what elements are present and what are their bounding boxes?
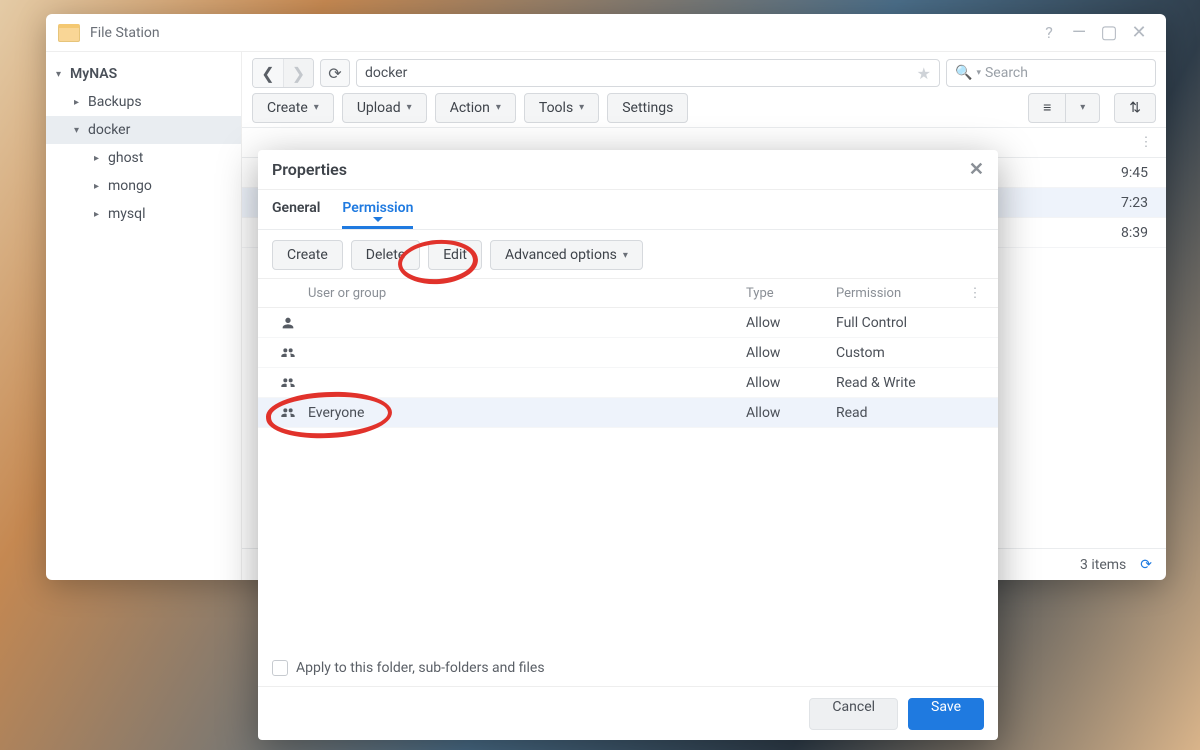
save-button[interactable]: Save	[908, 698, 984, 730]
sidebar-item-docker[interactable]: ▾ docker	[46, 116, 241, 144]
permission-row[interactable]: EveryoneAllowRead	[258, 398, 998, 428]
permission-level: Read & Write	[836, 375, 966, 391]
status-reload-icon[interactable]: ⟳	[1140, 557, 1152, 573]
sidebar-root-label: MyNAS	[70, 66, 117, 82]
path-input[interactable]: docker ★	[356, 59, 940, 87]
sidebar-item-label: Backups	[88, 94, 142, 110]
titlebar[interactable]: File Station ? — ▢ ✕	[46, 14, 1166, 52]
reload-button[interactable]: ⟳	[320, 59, 350, 87]
permission-type: Allow	[746, 315, 836, 331]
sidebar-item-label: mongo	[108, 178, 152, 194]
permission-user: Everyone	[304, 405, 746, 421]
sidebar-item-label: docker	[88, 122, 130, 138]
col-permission: Permission	[836, 286, 966, 301]
chevron-right-icon: ▸	[94, 181, 104, 192]
permission-toolbar: Create Delete Edit Advanced options ▾	[258, 230, 998, 278]
permission-row[interactable]: AllowFull Control	[258, 308, 998, 338]
search-dropdown-icon[interactable]: ▾	[976, 68, 981, 78]
app-title: File Station	[90, 25, 160, 41]
settings-button[interactable]: Settings	[607, 93, 688, 123]
dialog-titlebar[interactable]: Properties ✕	[258, 150, 998, 190]
permission-table: AllowFull ControlAllowCustomAllowRead & …	[258, 308, 998, 650]
tab-general[interactable]: General	[272, 200, 320, 229]
upload-button[interactable]: Upload▾	[342, 93, 427, 123]
create-button[interactable]: Create▾	[252, 93, 334, 123]
sidebar-item-mongo[interactable]: ▸ mongo	[46, 172, 241, 200]
properties-dialog: Properties ✕ General Permission Create D…	[258, 150, 998, 740]
permission-row[interactable]: AllowRead & Write	[258, 368, 998, 398]
perm-advanced-button[interactable]: Advanced options ▾	[490, 240, 643, 270]
perm-delete-button[interactable]: Delete	[351, 240, 420, 270]
permission-level: Full Control	[836, 315, 966, 331]
permission-type: Allow	[746, 345, 836, 361]
nav-toolbar: ❮ ❯ ⟳ docker ★ 🔍 ▾ Search	[242, 52, 1166, 88]
minimize-icon[interactable]: —	[1064, 22, 1094, 43]
perm-edit-button[interactable]: Edit	[428, 240, 482, 270]
sidebar-item-mysql[interactable]: ▸ mysql	[46, 200, 241, 228]
sidebar-item-label: ghost	[108, 150, 143, 166]
cancel-button[interactable]: Cancel	[809, 698, 898, 730]
col-type: Type	[746, 286, 836, 301]
permission-level: Read	[836, 405, 966, 421]
action-button[interactable]: Action▾	[435, 93, 516, 123]
group-icon	[272, 375, 304, 391]
person-icon	[272, 315, 304, 331]
col-user: User or group	[304, 286, 746, 301]
chevron-down-icon: ▾	[56, 69, 66, 80]
sidebar-item-ghost[interactable]: ▸ ghost	[46, 144, 241, 172]
maximize-icon[interactable]: ▢	[1094, 22, 1124, 43]
view-dropdown-button[interactable]: ▾	[1066, 93, 1100, 123]
chevron-right-icon: ▸	[94, 153, 104, 164]
tools-button[interactable]: Tools▾	[524, 93, 599, 123]
search-icon: 🔍	[955, 65, 972, 81]
group-icon	[272, 405, 304, 421]
help-icon[interactable]: ?	[1034, 23, 1064, 42]
group-icon	[272, 345, 304, 361]
tab-permission[interactable]: Permission	[342, 200, 413, 229]
item-count: 3 items	[1080, 557, 1126, 573]
action-toolbar: Create▾ Upload▾ Action▾ Tools▾ Settings …	[242, 88, 1166, 128]
search-input[interactable]: 🔍 ▾ Search	[946, 59, 1156, 87]
sidebar-item-label: mysql	[108, 206, 146, 222]
dialog-footer: Cancel Save	[258, 686, 998, 740]
sort-button[interactable]: ⇅	[1114, 93, 1156, 123]
permission-level: Custom	[836, 345, 966, 361]
apply-recursive-row[interactable]: Apply to this folder, sub-folders and fi…	[258, 650, 998, 686]
apply-recursive-checkbox[interactable]	[272, 660, 288, 676]
path-text: docker	[365, 65, 407, 81]
sidebar-item-Backups[interactable]: ▸ Backups	[46, 88, 241, 116]
star-icon[interactable]: ★	[917, 64, 931, 83]
chevron-down-icon: ▾	[74, 125, 84, 136]
app-icon	[58, 24, 80, 42]
close-icon[interactable]: ✕	[1124, 22, 1154, 43]
nav-forward-button[interactable]: ❯	[283, 59, 313, 87]
nav-back-button[interactable]: ❮	[253, 59, 283, 87]
columns-menu-icon[interactable]: ⋮	[966, 286, 984, 301]
nav-history: ❮ ❯	[252, 58, 314, 88]
sidebar-root[interactable]: ▾ MyNAS	[46, 60, 241, 88]
chevron-right-icon: ▸	[94, 209, 104, 220]
columns-menu-icon[interactable]: ⋮	[1136, 135, 1156, 150]
search-placeholder: Search	[985, 65, 1028, 81]
permission-type: Allow	[746, 375, 836, 391]
dialog-close-icon[interactable]: ✕	[969, 159, 984, 180]
perm-create-button[interactable]: Create	[272, 240, 343, 270]
sidebar: ▾ MyNAS ▸ Backups ▾ docker ▸ ghost ▸ mongo ▸ mysq…	[46, 52, 242, 580]
view-mode: ≡ ▾	[1028, 93, 1100, 123]
permission-row[interactable]: AllowCustom	[258, 338, 998, 368]
dialog-tabs: General Permission	[258, 190, 998, 230]
chevron-right-icon: ▸	[74, 97, 84, 108]
permission-table-header: User or group Type Permission ⋮	[258, 278, 998, 308]
apply-recursive-label: Apply to this folder, sub-folders and fi…	[296, 660, 545, 676]
list-view-button[interactable]: ≡	[1028, 93, 1066, 123]
permission-type: Allow	[746, 405, 836, 421]
dialog-title: Properties	[272, 160, 347, 179]
